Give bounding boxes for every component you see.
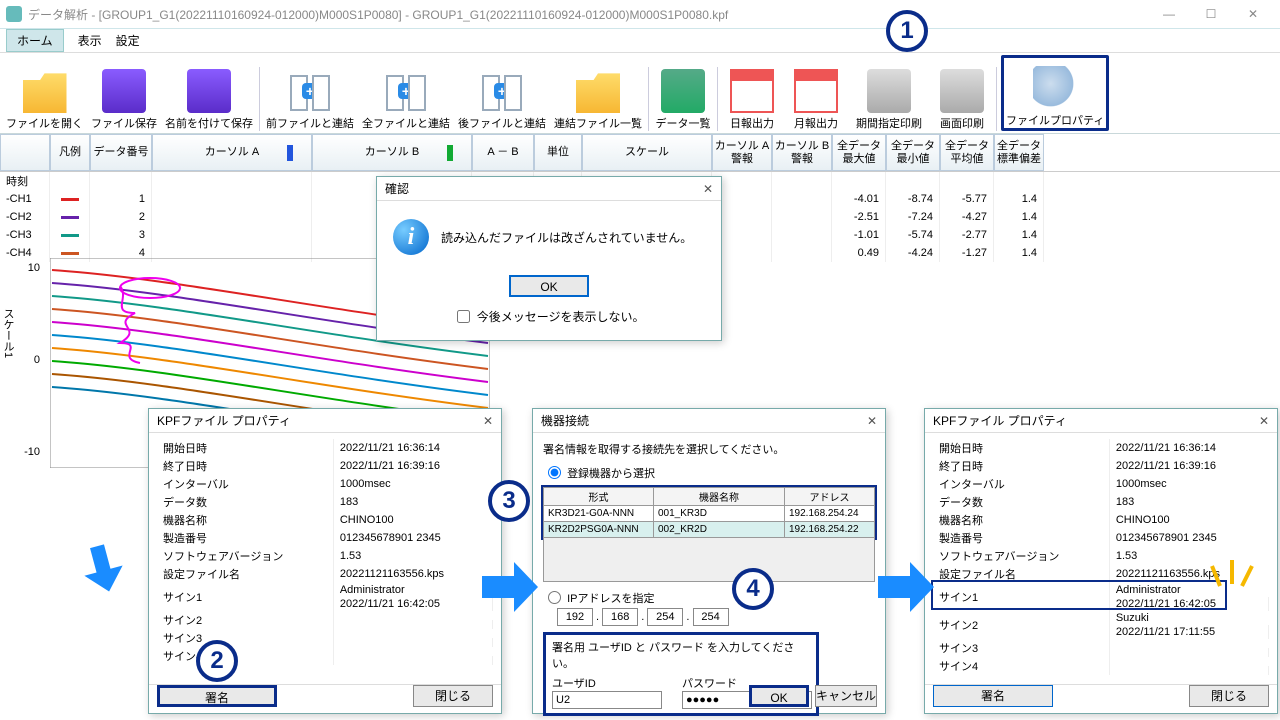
info-icon: i [393, 219, 429, 255]
step-circle-4: 4 [732, 568, 774, 610]
ribbon-joinprev[interactable]: +前ファイルと連結 [264, 55, 356, 131]
col-legend: 凡例 [50, 134, 90, 171]
y-axis: 10 0 -10 [16, 258, 44, 488]
close-icon[interactable]: ✕ [867, 414, 877, 428]
col-min: 全データ 最小値 [886, 134, 940, 171]
ribbon-joinlist[interactable]: 連結ファイル一覧 [552, 55, 644, 131]
app-icon [6, 6, 22, 22]
dialog-title: KPFファイル プロパティ [157, 412, 291, 429]
close-icon[interactable]: ✕ [483, 414, 493, 428]
ribbon-daily[interactable]: 日報出力 [722, 55, 782, 131]
menu-view[interactable]: 表示 [78, 32, 102, 49]
sign-button[interactable]: 署名 [933, 685, 1053, 707]
col-alarm-b: カーソル B 警報 [772, 134, 832, 171]
ribbon-joinnext[interactable]: +後ファイルと連結 [456, 55, 548, 131]
menu-settings[interactable]: 設定 [116, 32, 140, 49]
col-datano: データ番号 [90, 134, 152, 171]
cancel-button[interactable]: キャンセル [815, 685, 877, 707]
ip-c[interactable] [647, 608, 683, 626]
window-title: データ解析 - [GROUP1_G1(20221110160924-012000… [28, 6, 728, 23]
col-std: 全データ 標準偏差 [994, 134, 1044, 171]
y-axis-label: スケール1 [0, 308, 16, 358]
device-row: KR3D21-G0A-NNN001_KR3D192.168.254.24 [544, 506, 875, 522]
dialog-title: 機器接続 [541, 412, 589, 429]
step-circle-3: 3 [488, 480, 530, 522]
confirm-title: 確認 [385, 180, 409, 197]
ribbon-save[interactable]: ファイル保存 [89, 55, 159, 131]
arrow-2 [480, 560, 540, 614]
device-row: KR2D2PSG0A-NNN002_KR2D192.168.254.22 [544, 522, 875, 538]
close-button[interactable]: 閉じる [413, 685, 493, 707]
minimize-button[interactable]: — [1148, 2, 1190, 26]
col-blank [0, 134, 50, 171]
menu-home[interactable]: ホーム [6, 29, 64, 52]
titlebar: データ解析 - [GROUP1_G1(20221110160924-012000… [0, 0, 1280, 28]
close-icon[interactable]: ✕ [1259, 414, 1269, 428]
device-connect-dialog: 機器接続 ✕ 署名情報を取得する接続先を選択してください。 登録機器から選択 形式… [532, 408, 886, 714]
ip-b[interactable] [602, 608, 638, 626]
col-alarm-a: カーソル A 警報 [712, 134, 772, 171]
menubar: ホーム 表示 設定 [0, 28, 1280, 52]
grid-header: 凡例 データ番号 カーソル A カーソル B A － B 単位 スケール カーソ… [0, 134, 1280, 172]
ribbon-monthly[interactable]: 月報出力 [786, 55, 846, 131]
col-unit: 単位 [534, 134, 582, 171]
ip-d[interactable] [693, 608, 729, 626]
confirm-ok-button[interactable]: OK [509, 275, 589, 297]
radio-ip[interactable]: IPアドレスを指定 [543, 593, 654, 605]
confirm-close-icon[interactable]: ✕ [703, 182, 713, 196]
step-circle-1: 1 [886, 10, 928, 52]
arrow-3 [876, 560, 936, 614]
ribbon-open[interactable]: ファイルを開く [4, 55, 85, 131]
col-cursor-a: カーソル A [152, 134, 312, 171]
close-button[interactable]: 閉じる [1189, 685, 1269, 707]
ribbon-saveas[interactable]: 名前を付けて保存 [163, 55, 255, 131]
ribbon-joinall[interactable]: +全ファイルと連結 [360, 55, 452, 131]
ip-a[interactable] [557, 608, 593, 626]
dialog-title: KPFファイル プロパティ [933, 412, 1067, 429]
confirm-dontshow[interactable]: 今後メッセージを表示しない。 [453, 310, 644, 324]
userid-input[interactable] [552, 691, 662, 709]
device-table[interactable]: 形式機器名称アドレス KR3D21-G0A-NNN001_KR3D192.168… [543, 487, 875, 538]
property-table: 開始日時2022/11/21 16:36:14 終了日時2022/11/21 1… [157, 439, 493, 665]
close-button[interactable]: ✕ [1232, 2, 1274, 26]
ribbon-screen[interactable]: 画面印刷 [932, 55, 992, 131]
col-scale: スケール [582, 134, 712, 171]
step-circle-2: 2 [196, 640, 238, 682]
sign-button[interactable]: 署名 [157, 685, 277, 707]
highlight-rays [1210, 556, 1260, 596]
col-amb: A － B [472, 134, 534, 171]
col-avg: 全データ 平均値 [940, 134, 994, 171]
ribbon-period[interactable]: 期間指定印刷 [850, 55, 928, 131]
ribbon-props[interactable]: ファイルプロパティ [1001, 55, 1109, 131]
arrow-1 [80, 540, 140, 594]
col-max: 全データ 最大値 [832, 134, 886, 171]
ribbon: ファイルを開く ファイル保存 名前を付けて保存 +前ファイルと連結 +全ファイル… [0, 52, 1280, 134]
maximize-button[interactable]: ☐ [1190, 2, 1232, 26]
connect-instruction: 署名情報を取得する接続先を選択してください。 [543, 441, 875, 457]
cred-instruction: 署名用 ユーザID と パスワード を入力してください。 [552, 639, 810, 671]
radio-registered[interactable]: 登録機器から選択 [543, 468, 655, 480]
confirm-message: 読み込んだファイルは改ざんされていません。 [441, 229, 692, 246]
ribbon-datalist[interactable]: データ一覧 [653, 55, 713, 131]
ok-button[interactable]: OK [749, 685, 809, 707]
col-cursor-b: カーソル B [312, 134, 472, 171]
confirm-dialog: 確認 ✕ i 読み込んだファイルは改ざんされていません。 OK 今後メッセージを表… [376, 176, 722, 341]
